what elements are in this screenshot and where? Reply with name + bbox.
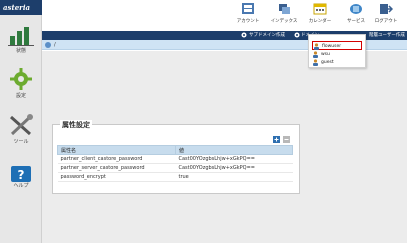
calendar-icon [313,3,327,15]
wrench-screwdriver-icon [9,114,33,136]
home-icon[interactable] [45,42,51,48]
remove-icon[interactable] [283,136,290,143]
gear-icon [10,68,32,90]
sidebar-item-label: ヘルプ [13,183,29,189]
user-item-label: guest [321,60,334,65]
breadcrumb-path: / [54,42,56,48]
cell-name: partner_client_castore_password [57,154,176,164]
account-label: アカウント [236,19,260,24]
cell-name: password_encrypt [57,172,176,182]
svg-text:?: ? [18,168,25,182]
cell-value: Cast00YOzgbsLhjw+xGkPQ== [175,163,293,173]
calendar-button[interactable]: カレンダー [300,3,340,29]
sidebar-item-tools[interactable]: ツール [0,112,42,162]
sidebar-item-label: 設定 [15,93,26,99]
user-item-guest[interactable]: guest [312,58,362,67]
table-row[interactable]: password_encrypt true [57,172,293,182]
sidebar-item-status[interactable]: 状態 [0,20,42,70]
cell-value: Cast00YOzgbsLhjw+xGkPQ== [175,154,293,164]
column-header-value: 値 [175,145,293,155]
user-item-label: wsu [321,52,330,57]
top-toolbar: アカウント インデックス カレンダー サービス ログアウト [42,0,407,30]
user-icon [314,43,319,50]
add-icon[interactable] [273,136,280,143]
cell-value: true [175,172,293,182]
bar-chart-icon [8,27,34,46]
panel-title: 属性設定 [60,120,92,130]
app-logo: asteria [0,0,42,15]
service-icon [350,4,362,14]
help-icon: ? [11,166,31,182]
create-hierarchy-user-link[interactable]: 階層ユーザー作成 [369,31,405,40]
index-icon [279,4,290,14]
sidebar-item-settings[interactable]: 設定 [0,66,42,116]
table-row[interactable]: partner_client_castore_password Cast00YO… [57,154,293,164]
user-item-label: flowuser [322,44,342,49]
account-icon [242,3,254,14]
logout-label: ログアウト [374,19,398,24]
user-icon [313,59,318,66]
table-row[interactable]: partner_server_castore_password Cast00YO… [57,163,293,173]
user-icon [313,51,318,58]
sidebar-item-label: ツール [13,139,29,145]
calendar-label: カレンダー [308,19,332,24]
index-button[interactable]: インデックス [264,3,304,29]
attribute-table: 属性名 値 partner_client_castore_password Ca… [57,145,293,182]
cell-name: partner_server_castore_password [57,163,176,173]
sidebar: asteria 状態 設定 ツール ? ヘルプ [0,0,42,243]
sidebar-item-help[interactable]: ? ヘルプ [0,160,42,210]
logout-button[interactable]: ログアウト [366,3,406,29]
account-button[interactable]: アカウント [228,3,268,29]
logout-icon [380,4,393,14]
sidebar-item-label: 状態 [15,48,26,54]
user-dropdown: flowuser wsu guest [308,34,366,68]
gear-icon [294,32,300,38]
column-header-name: 属性名 [57,145,176,155]
gear-icon [241,32,247,38]
table-header-row: 属性名 値 [57,145,293,155]
create-subdomain-link[interactable]: サブドメイン作成 [249,31,285,40]
index-label: インデックス [270,19,298,24]
user-item-flowuser[interactable]: flowuser [312,41,362,50]
